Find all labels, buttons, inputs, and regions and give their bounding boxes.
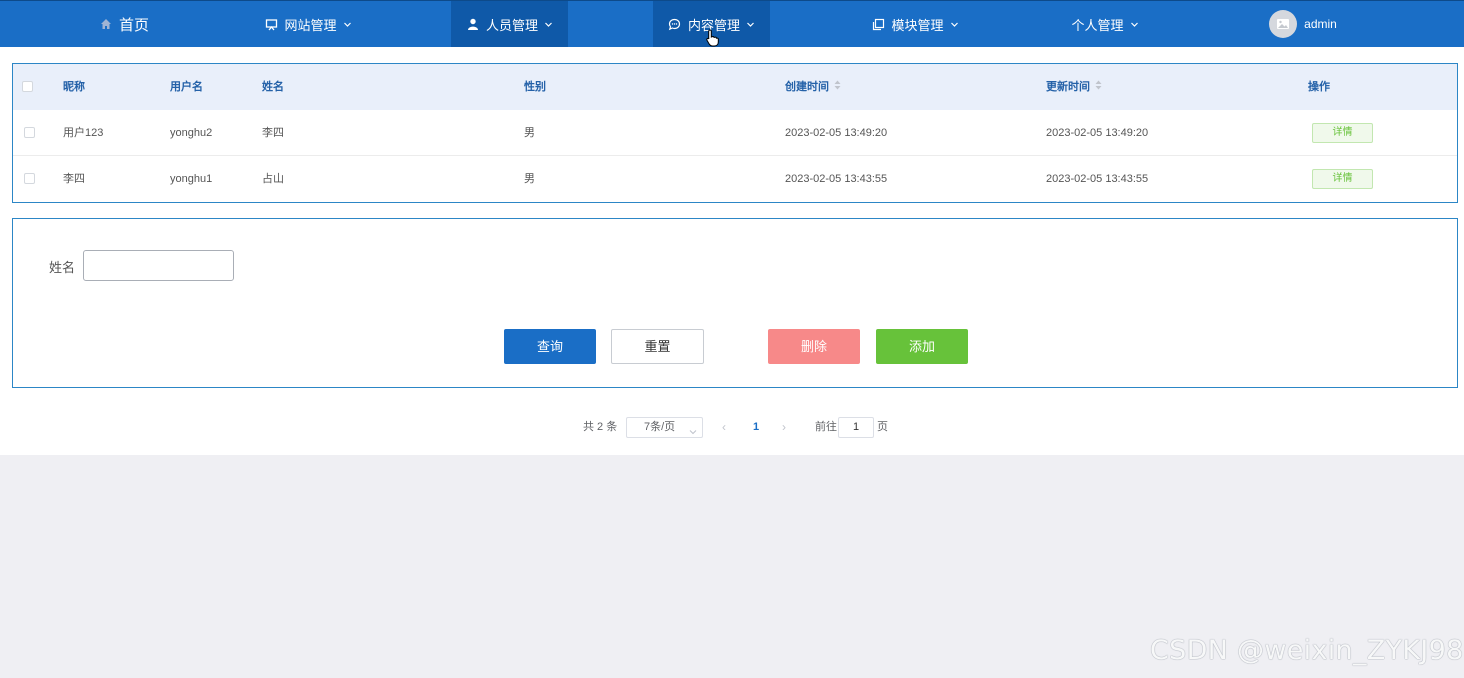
pagination-total: 共 2 条 <box>583 421 618 433</box>
user-icon <box>466 17 480 31</box>
cell-created: 2023-02-05 13:49:20 <box>785 127 888 139</box>
home-icon <box>99 17 113 31</box>
nav-home[interactable]: 首页 <box>93 1 155 47</box>
nav-module-management[interactable]: 模块管理 <box>865 1 965 47</box>
chevron-down-icon <box>544 20 553 29</box>
search-form: 姓名 查询 重置 删除 添加 <box>12 218 1458 388</box>
nav-personal-management[interactable]: 个人管理 <box>1065 1 1145 47</box>
cell-gender: 男 <box>524 173 535 185</box>
sort-icon[interactable] <box>1095 64 1102 110</box>
detail-button[interactable]: 详情 <box>1312 123 1373 143</box>
query-button[interactable]: 查询 <box>504 329 596 364</box>
page-size-value: 7条/页 <box>644 421 676 433</box>
header-updated[interactable]: 更新时间 <box>1046 64 1102 110</box>
goto-page-input[interactable]: 1 <box>838 417 874 438</box>
table-row: 用户123 yonghu2 李四 男 2023-02-05 13:49:20 2… <box>13 110 1457 156</box>
avatar <box>1269 10 1298 38</box>
chevron-down-icon <box>689 424 697 443</box>
watermark: CSDN @weixin_ZYKJ985 <box>1150 635 1464 666</box>
nav-home-label: 首页 <box>118 16 149 34</box>
cell-username: yonghu1 <box>170 173 213 185</box>
page-suffix-label: 页 <box>877 421 888 433</box>
chat-icon <box>668 17 682 31</box>
goto-label: 前往 <box>815 421 837 433</box>
image-icon <box>1277 19 1290 29</box>
user-table: 昵称 用户名 姓名 性别 创建时间 更新时间 操作 用户123 yonghu2 … <box>12 63 1458 203</box>
top-navbar: 首页 网站管理 人员管理 内容管理 模块管理 个人管理 admin <box>0 0 1464 47</box>
select-all-checkbox[interactable] <box>22 81 33 92</box>
name-field-label: 姓名 <box>49 260 76 275</box>
header-created[interactable]: 创建时间 <box>785 64 841 110</box>
header-actions: 操作 <box>1308 81 1330 93</box>
prev-page-button[interactable]: ‹ <box>722 417 726 438</box>
cell-updated: 2023-02-05 13:43:55 <box>1046 173 1149 185</box>
cell-updated: 2023-02-05 13:49:20 <box>1046 127 1149 139</box>
cell-created: 2023-02-05 13:43:55 <box>785 173 888 185</box>
monitor-icon <box>264 17 278 31</box>
row-checkbox[interactable] <box>24 173 35 184</box>
chevron-down-icon <box>1130 20 1139 29</box>
chevron-down-icon <box>746 20 755 29</box>
user-menu[interactable]: admin <box>1265 1 1341 47</box>
cell-name: 李四 <box>262 127 284 139</box>
cell-name: 占山 <box>262 173 284 185</box>
table-row: 李四 yonghu1 占山 男 2023-02-05 13:43:55 2023… <box>13 156 1457 202</box>
header-updated-label: 更新时间 <box>1046 81 1090 93</box>
cell-username: yonghu2 <box>170 127 213 139</box>
nav-website-label: 网站管理 <box>284 17 337 33</box>
row-checkbox[interactable] <box>24 127 35 138</box>
cell-nickname: 用户123 <box>63 127 104 139</box>
chevron-down-icon <box>950 20 959 29</box>
chevron-down-icon <box>343 20 352 29</box>
name-input[interactable] <box>83 250 234 281</box>
header-gender: 性别 <box>524 81 546 93</box>
header-username: 用户名 <box>170 81 203 93</box>
nav-personnel-management[interactable]: 人员管理 <box>451 1 568 47</box>
add-button[interactable]: 添加 <box>876 329 968 364</box>
page-size-select[interactable]: 7条/页 <box>626 417 703 438</box>
cell-gender: 男 <box>524 127 535 139</box>
next-page-button[interactable]: › <box>782 417 786 438</box>
header-nickname: 昵称 <box>63 81 85 93</box>
nav-personal-label: 个人管理 <box>1071 17 1124 33</box>
page-number-current[interactable]: 1 <box>749 417 763 438</box>
table-header: 昵称 用户名 姓名 性别 创建时间 更新时间 操作 <box>13 64 1457 110</box>
sort-icon[interactable] <box>834 64 841 110</box>
reset-button[interactable]: 重置 <box>611 329 704 364</box>
nav-website-management[interactable]: 网站管理 <box>258 1 358 47</box>
detail-button[interactable]: 详情 <box>1312 169 1373 189</box>
copy-icon <box>871 17 885 31</box>
nav-personnel-label: 人员管理 <box>485 17 538 33</box>
header-created-label: 创建时间 <box>785 81 829 93</box>
header-name: 姓名 <box>262 81 284 93</box>
cell-nickname: 李四 <box>63 173 85 185</box>
delete-button[interactable]: 删除 <box>768 329 860 364</box>
username-label: admin <box>1304 17 1337 31</box>
nav-module-label: 模块管理 <box>891 17 944 33</box>
